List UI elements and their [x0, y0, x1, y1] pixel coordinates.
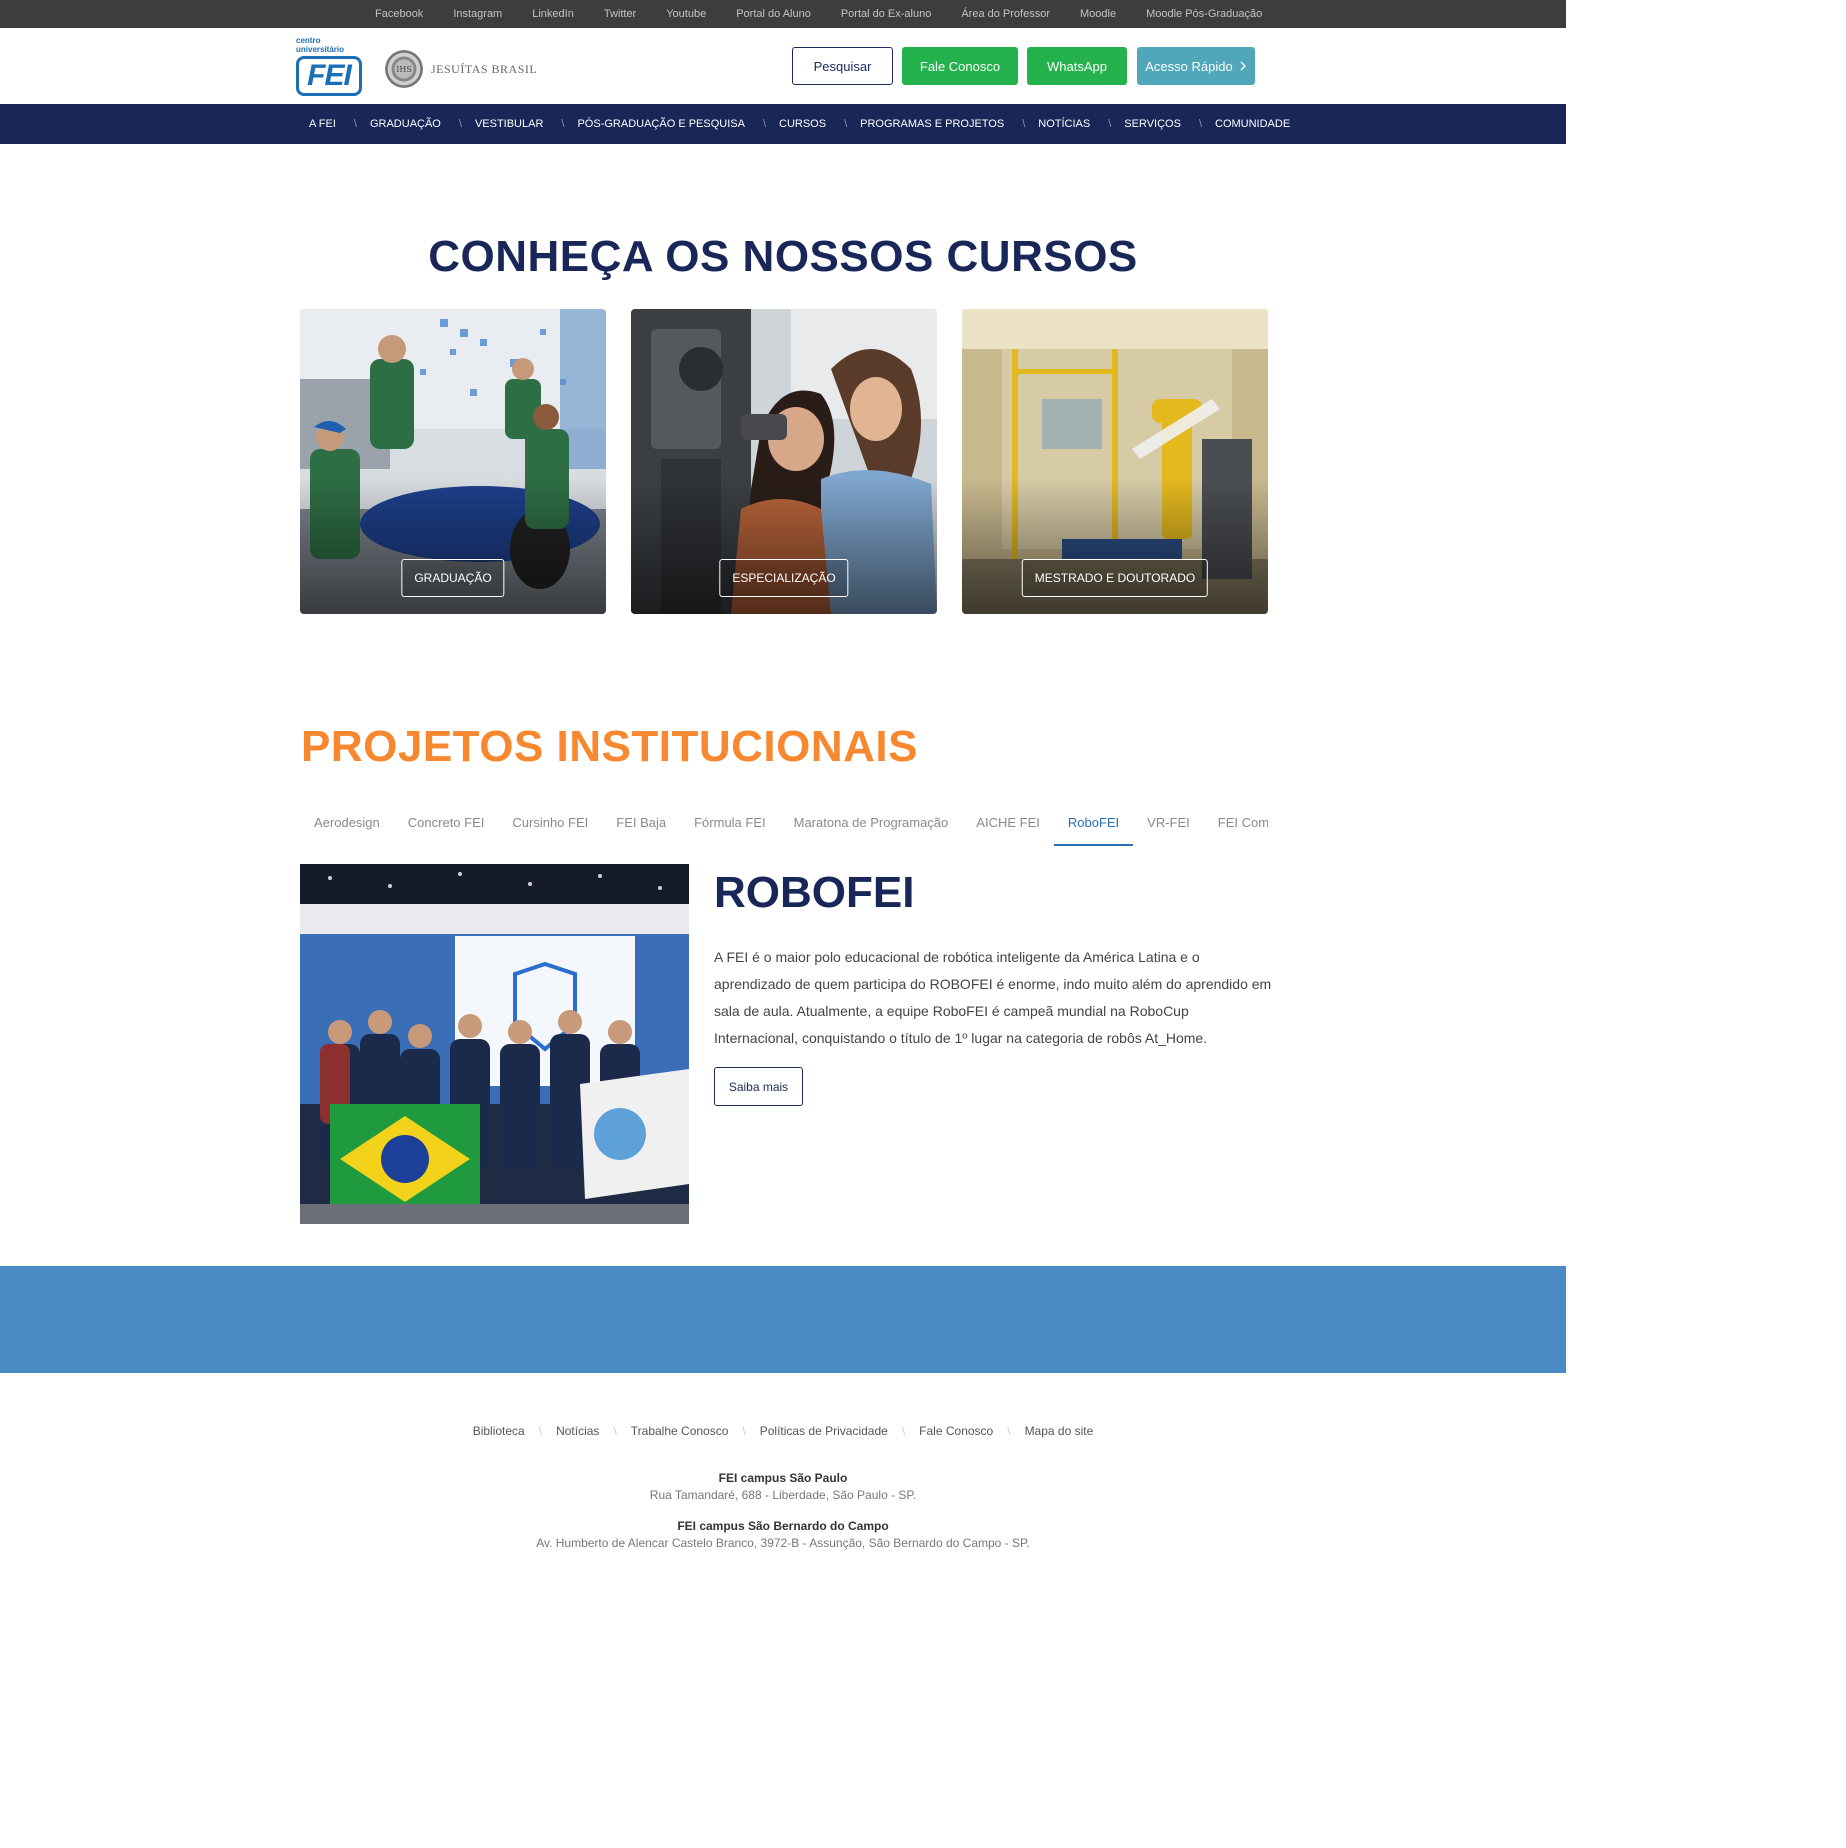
jesuit-seal-icon: IHS: [385, 50, 423, 88]
main-navigation: A FEI \ GRADUAÇÃO \ VESTIBULAR \ PÓS-GRADUA…: [0, 104, 1566, 144]
course-card-label[interactable]: MESTRADO E DOUTORADO: [1021, 559, 1209, 597]
tab-maratona[interactable]: Maratona de Programação: [780, 808, 963, 846]
topbar-link-portal-aluno[interactable]: Portal do Aluno: [721, 8, 826, 20]
course-card-label[interactable]: ESPECIALIZAÇÃO: [719, 559, 849, 597]
robofei-team-photo: [300, 864, 689, 1224]
nav-item-label: NOTÍCIAS: [1038, 118, 1091, 130]
nav-item-label: GRADUAÇÃO: [369, 118, 441, 130]
nav-item-vestibular[interactable]: \ VESTIBULAR: [441, 118, 544, 130]
projects-title: PROJETOS INSTITUCIONAIS: [301, 722, 918, 771]
team-photo-art: [300, 864, 689, 1224]
nav-item-graduacao[interactable]: \ GRADUAÇÃO: [336, 118, 441, 130]
topbar-link-area-professor[interactable]: Área do Professor: [946, 8, 1065, 20]
whatsapp-button-label: WhatsApp: [1047, 58, 1107, 74]
topbar-link-facebook[interactable]: Facebook: [360, 8, 438, 20]
nav-item-pos-graduacao[interactable]: \ PÓS-GRADUAÇÃO E PESQUISA: [543, 118, 745, 130]
nav-item-label: A FEI: [309, 118, 336, 130]
footer-link-mapa-site[interactable]: Mapa do site: [1011, 1424, 1108, 1438]
fei-logo[interactable]: centro universitário FEI: [296, 36, 366, 98]
blue-band: [0, 1266, 1566, 1373]
contact-button[interactable]: Fale Conosco: [902, 47, 1018, 85]
tab-aiche-fei[interactable]: AICHE FEI: [962, 808, 1054, 846]
campus-sao-bernardo: FEI campus São Bernardo do Campo Av. Hum…: [0, 1518, 1566, 1552]
tab-aerodesign[interactable]: Aerodesign: [300, 808, 394, 846]
logo-mark: FEI: [296, 56, 362, 96]
campus-sao-paulo: FEI campus São Paulo Rua Tamandaré, 688 …: [0, 1470, 1566, 1504]
nav-separator: \: [1022, 118, 1026, 130]
campus-address: Av. Humberto de Alencar Castelo Branco, …: [536, 1536, 1030, 1550]
topbar-link-moodle[interactable]: Moodle: [1065, 8, 1131, 20]
footer-link-fale-conosco[interactable]: Fale Conosco: [905, 1424, 1007, 1438]
course-card-label[interactable]: GRADUAÇÃO: [401, 559, 505, 597]
topbar-link-instagram[interactable]: Instagram: [438, 8, 517, 20]
nav-separator: \: [1108, 118, 1112, 130]
tab-formula-fei[interactable]: Fórmula FEI: [680, 808, 780, 846]
nav-item-label: COMUNIDADE: [1215, 118, 1291, 130]
course-card-mestrado[interactable]: MESTRADO E DOUTORADO: [962, 309, 1268, 614]
nav-item-label: VESTIBULAR: [474, 118, 544, 130]
footer-nav: Biblioteca \ Notícias \ Trabalhe Conosco…: [0, 1424, 1566, 1438]
tab-cursinho-fei[interactable]: Cursinho FEI: [498, 808, 602, 846]
project-description: A FEI é o maior polo educacional de robó…: [714, 949, 1272, 1046]
nav-item-programas[interactable]: \ PROGRAMAS E PROJETOS: [826, 118, 1004, 130]
footer-link-trabalhe-conosco[interactable]: Trabalhe Conosco: [617, 1424, 743, 1438]
nav-item-label: PÓS-GRADUAÇÃO E PESQUISA: [577, 118, 745, 130]
chevron-right-icon: [1240, 61, 1246, 71]
footer-link-biblioteca[interactable]: Biblioteca: [459, 1424, 539, 1438]
topbar-link-youtube[interactable]: Youtube: [651, 8, 721, 20]
saiba-mais-label: Saiba mais: [728, 1079, 789, 1094]
saiba-mais-button[interactable]: Saiba mais: [714, 1067, 803, 1106]
courses-title: CONHEÇA OS NOSSOS CURSOS: [428, 232, 1138, 281]
topbar-link-portal-ex-aluno[interactable]: Portal do Ex-aluno: [826, 8, 947, 20]
project-name: ROBOFEI: [714, 868, 915, 917]
campus-address: Rua Tamandaré, 688 - Liberdade, São Paul…: [649, 1488, 917, 1502]
campus-name: FEI campus São Bernardo do Campo: [677, 1519, 889, 1533]
nav-item-label: SERVIÇOS: [1124, 118, 1181, 130]
nav-item-a-fei[interactable]: A FEI: [300, 118, 336, 130]
tab-fei-compositos[interactable]: FEI Compósitos: [1204, 808, 1268, 846]
project-tabs: Aerodesign Concreto FEI Cursinho FEI FEI…: [300, 808, 1268, 848]
logo-small-text: centro: [296, 36, 321, 45]
search-button[interactable]: Pesquisar: [792, 47, 893, 85]
nav-item-comunidade[interactable]: \ COMUNIDADE: [1181, 118, 1290, 130]
top-links: Facebook Instagram LinkedIn Twitter Yout…: [360, 0, 1277, 28]
jesuitas-label: JESUÍTAS BRASIL: [431, 61, 538, 76]
nav-separator: \: [353, 118, 357, 130]
nav-separator: \: [1198, 118, 1202, 130]
nav-item-noticias[interactable]: \ NOTÍCIAS: [1004, 118, 1090, 130]
quick-access-label: Acesso Rápido: [1145, 58, 1233, 74]
quick-access-button[interactable]: Acesso Rápido: [1137, 47, 1255, 85]
footer-link-privacidade[interactable]: Políticas de Privacidade: [746, 1424, 902, 1438]
search-button-label: Pesquisar: [813, 58, 872, 74]
footer-link-noticias[interactable]: Notícias: [542, 1424, 613, 1438]
nav-separator: \: [458, 118, 462, 130]
nav-separator: \: [561, 118, 565, 130]
site-header: centro universitário FEI IHS JESUÍTAS BR…: [0, 28, 1566, 104]
nav-item-cursos[interactable]: \ CURSOS: [745, 118, 826, 130]
campus-name: FEI campus São Paulo: [718, 1471, 848, 1485]
course-card-especializacao[interactable]: ESPECIALIZAÇÃO: [631, 309, 937, 614]
top-utility-bar: Facebook Instagram LinkedIn Twitter Yout…: [0, 0, 1566, 28]
nav-item-servicos[interactable]: \ SERVIÇOS: [1090, 118, 1181, 130]
topbar-link-linkedin[interactable]: LinkedIn: [517, 8, 589, 20]
tab-robofei[interactable]: RoboFEI: [1053, 808, 1134, 846]
whatsapp-button[interactable]: WhatsApp: [1027, 47, 1127, 85]
topbar-link-twitter[interactable]: Twitter: [589, 8, 651, 20]
course-card-graduacao[interactable]: GRADUAÇÃO: [300, 309, 606, 614]
tab-vr-fei[interactable]: VR-FEI: [1133, 808, 1204, 846]
nav-separator: \: [762, 118, 767, 130]
jesuitas-brasil-logo[interactable]: IHS JESUÍTAS BRASIL: [385, 50, 537, 88]
contact-button-label: Fale Conosco: [919, 58, 1001, 74]
tab-fei-baja[interactable]: FEI Baja: [602, 808, 680, 846]
tab-concreto-fei[interactable]: Concreto FEI: [394, 808, 499, 846]
nav-item-label: PROGRAMAS E PROJETOS: [860, 118, 1005, 130]
nav-separator: \: [844, 118, 848, 130]
logo-small-text: universitário: [296, 45, 345, 54]
topbar-link-moodle-pos[interactable]: Moodle Pós-Graduação: [1131, 8, 1277, 20]
nav-item-label: CURSOS: [779, 118, 827, 130]
